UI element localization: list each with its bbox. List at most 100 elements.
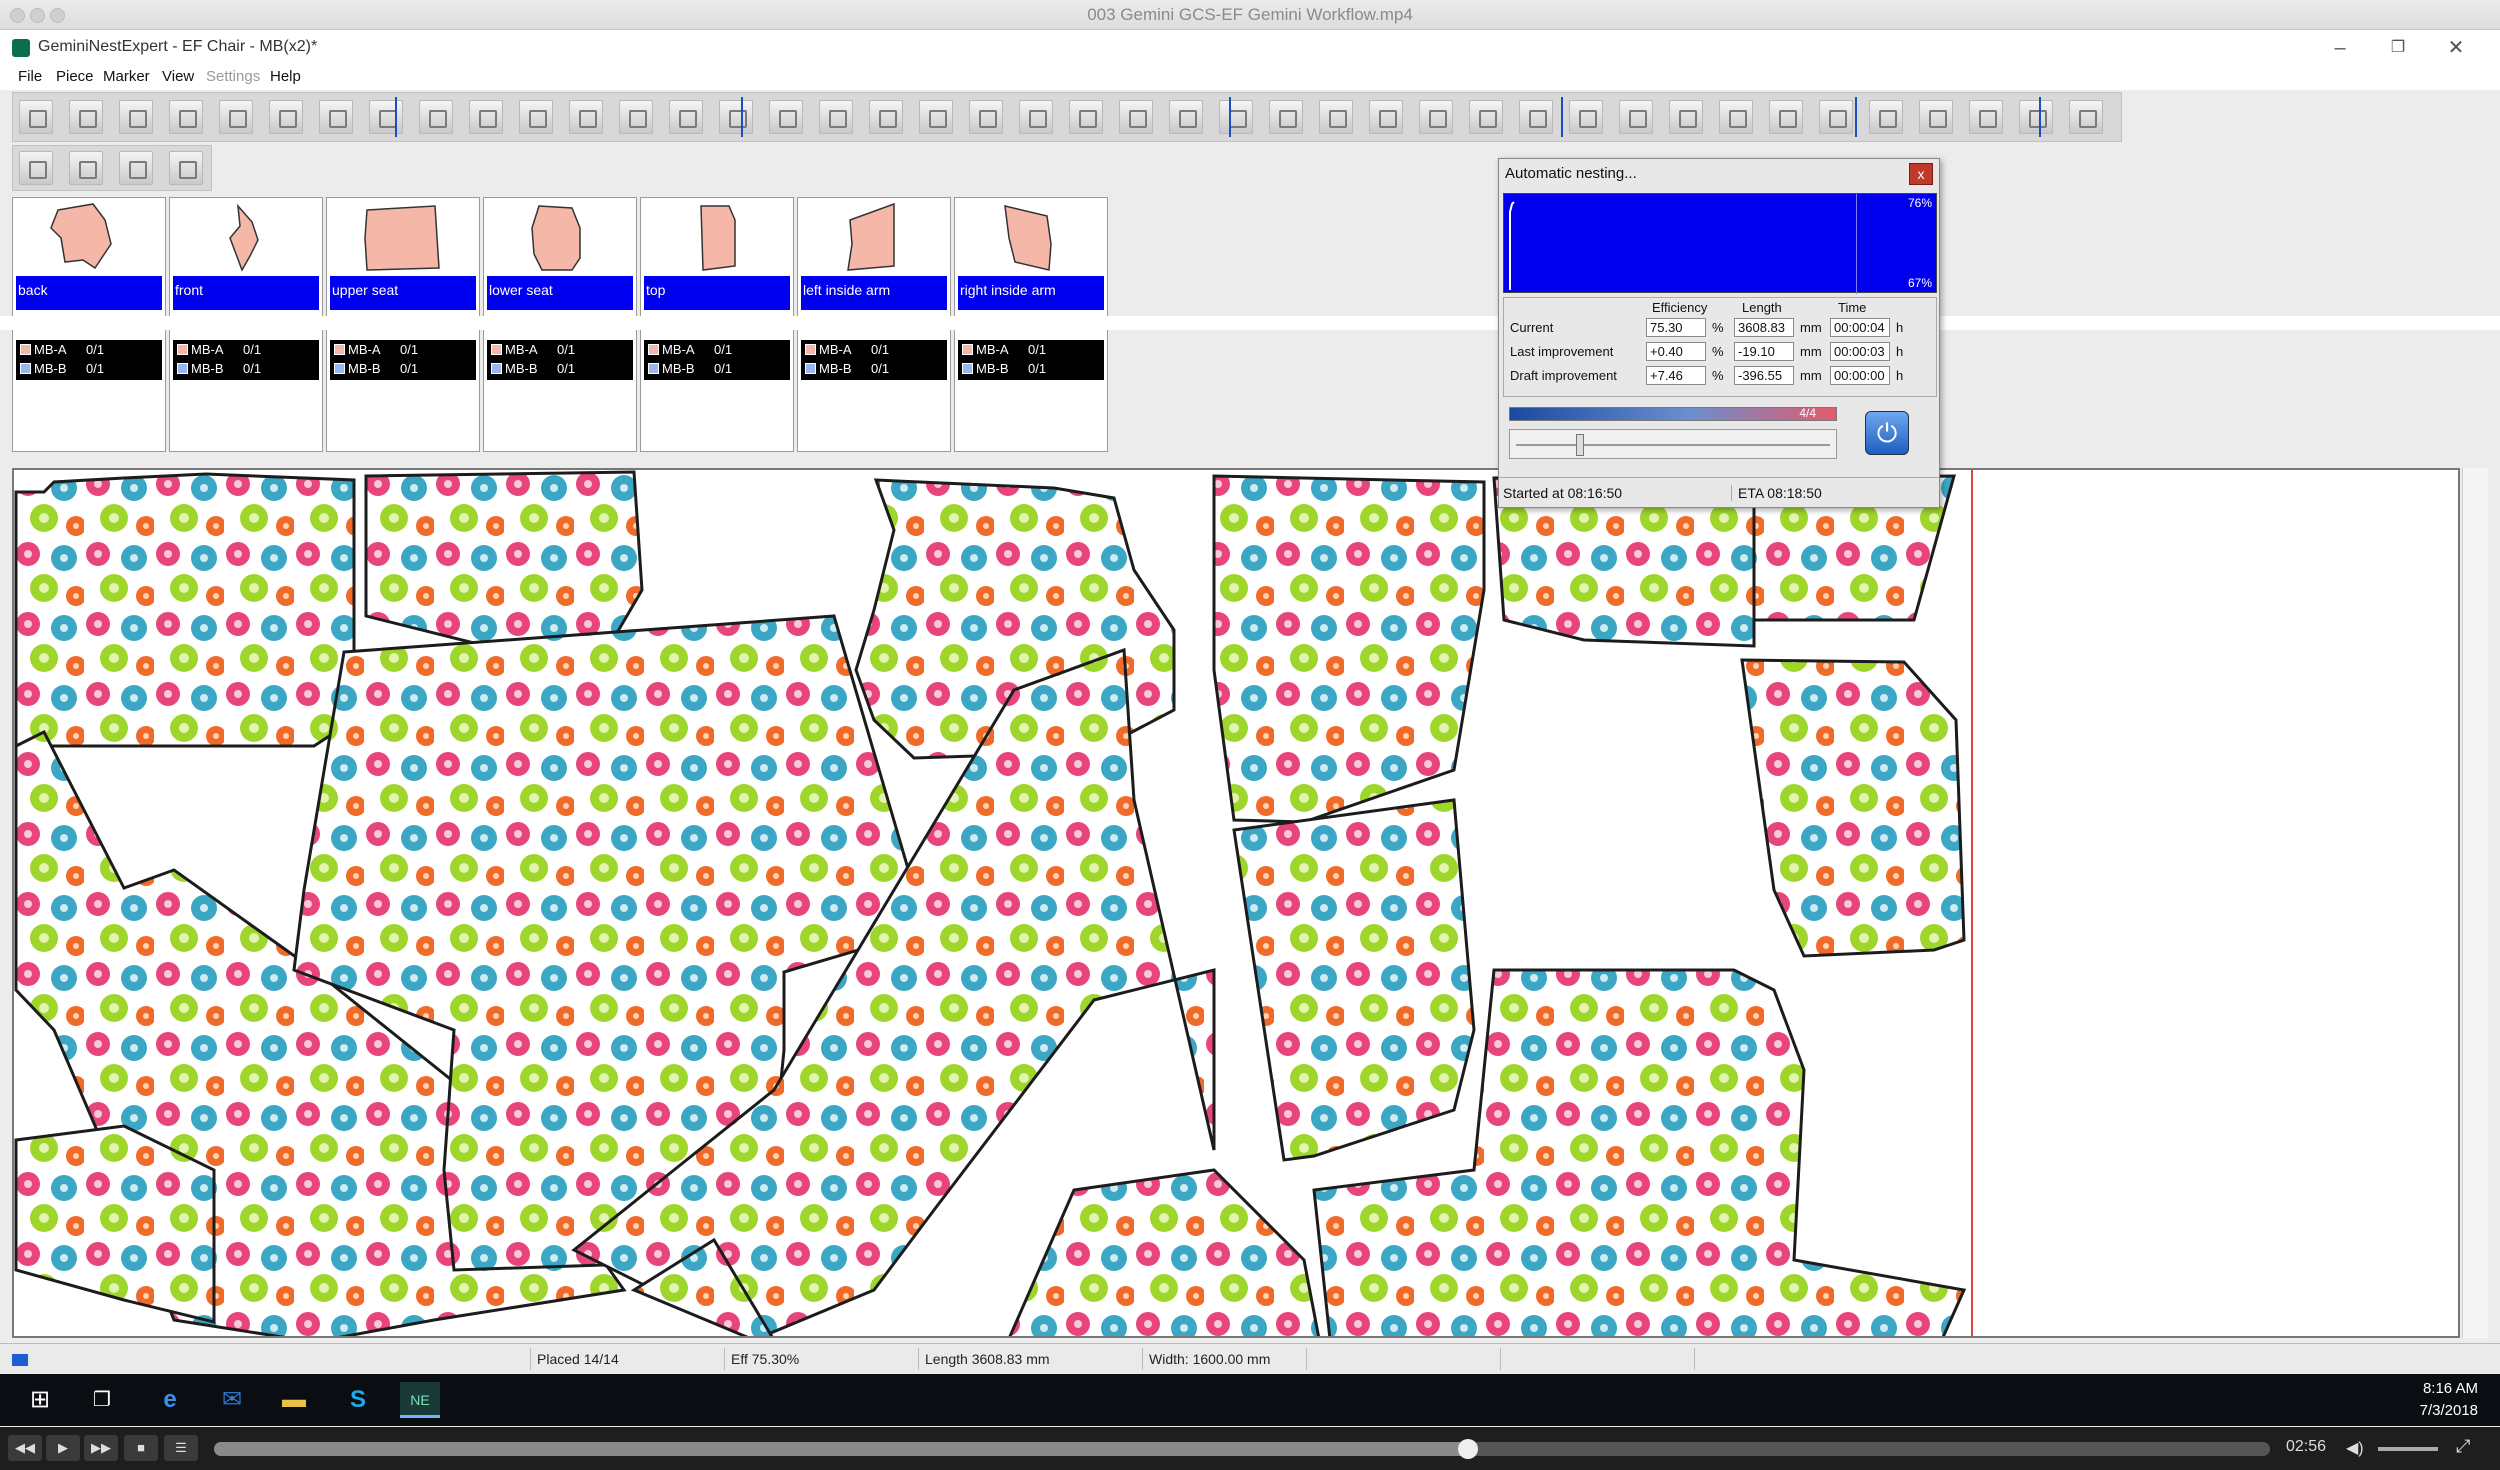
seek-handle[interactable] [1458,1439,1479,1459]
menu-piece[interactable]: Piece [56,68,94,85]
eta: ETA 08:18:50 [1731,485,1822,501]
model-color-swatch [20,363,31,374]
toolbar-button-37-icon[interactable] [1869,100,1903,134]
graph-bottom-label: 67% [1907,276,1932,290]
toolbar-button-33-icon[interactable] [1669,100,1703,134]
view-button-0-icon[interactable] [19,151,53,185]
marker-canvas[interactable] [12,468,2460,1338]
toolbar-button-41-icon[interactable] [2069,100,2103,134]
windows-start-icon[interactable]: ⊞ [20,1382,60,1418]
app-title: GeminiNestExpert - EF Chair - MB(x2)* [38,38,318,55]
toolbar-button-5-icon[interactable] [269,100,303,134]
video-controls: ◀◀ ▶ ▶▶ ■ ☰ 02:56 ◀) ⤢ [0,1427,2500,1470]
menu-file[interactable]: File [18,68,42,85]
slider-handle[interactable] [1576,434,1584,456]
restore-icon[interactable]: ❐ [2368,34,2428,62]
nested-piece-1[interactable] [364,470,644,650]
toolbar-separator [2039,97,2041,137]
toolbar-button-21-icon[interactable] [1069,100,1103,134]
toolbar-button-7-icon[interactable] [369,100,403,134]
menu-view[interactable]: View [162,68,194,85]
nested-piece-3[interactable] [1212,474,1486,824]
toolbar-button-20-icon[interactable] [1019,100,1053,134]
toolbar-button-38-icon[interactable] [1919,100,1953,134]
toolbar-button-32-icon[interactable] [1619,100,1653,134]
toolbar-button-15-icon[interactable] [769,100,803,134]
fullscreen-icon[interactable]: ⤢ [2456,1436,2470,1457]
toolbar-button-22-icon[interactable] [1119,100,1153,134]
toolbar-button-30-icon[interactable] [1519,100,1553,134]
view-button-3-icon[interactable] [169,151,203,185]
skype-icon[interactable]: S [338,1382,378,1418]
nestexpert-taskbar-icon[interactable]: NE [400,1382,440,1418]
toolbar-button-18-icon[interactable] [919,100,953,134]
task-view-icon[interactable]: ❐ [82,1382,122,1418]
model-color-swatch [962,344,973,355]
toolbar-button-16-icon[interactable] [819,100,853,134]
toolbar-button-4-icon[interactable] [219,100,253,134]
vertical-scrollbar[interactable] [2462,468,2488,1338]
piece-thumbnail [700,205,736,271]
playlist-icon[interactable]: ☰ [164,1435,198,1461]
nesting-speed-slider[interactable] [1509,429,1837,459]
toolbar-button-35-icon[interactable] [1769,100,1803,134]
menu-marker[interactable]: Marker [103,68,150,85]
nested-piece-9[interactable] [14,1124,216,1324]
toolbar-button-24-icon[interactable] [1219,100,1253,134]
toolbar-button-13-icon[interactable] [669,100,703,134]
toolbar-button-11-icon[interactable] [569,100,603,134]
toolbar-button-14-icon[interactable] [719,100,753,134]
toolbar-button-17-icon[interactable] [869,100,903,134]
toolbar-button-2-icon[interactable] [119,100,153,134]
toolbar-button-39-icon[interactable] [1969,100,2003,134]
toolbar-button-0-icon[interactable] [19,100,53,134]
nested-piece-0[interactable] [14,472,356,748]
stop-nesting-power-button[interactable]: ⏻ [1865,411,1909,455]
toolbar-button-3-icon[interactable] [169,100,203,134]
toolbar-button-8-icon[interactable] [419,100,453,134]
toolbar-button-25-icon[interactable] [1269,100,1303,134]
seek-bar[interactable] [214,1439,2270,1459]
toolbar-button-31-icon[interactable] [1569,100,1603,134]
model-qty: 0/1 [557,342,576,357]
volume-slider[interactable] [2378,1447,2438,1451]
piece-label: top [644,276,790,310]
toolbar-button-12-icon[interactable] [619,100,653,134]
view-button-2-icon[interactable] [119,151,153,185]
nested-piece-6[interactable] [1740,658,1966,958]
close-icon[interactable]: ✕ [2426,34,2486,62]
toolbar-button-19-icon[interactable] [969,100,1003,134]
model-name: MB-B [191,361,224,376]
menu-help[interactable]: Help [270,68,301,85]
toolbar-button-40-icon[interactable] [2019,100,2053,134]
nested-piece-10[interactable] [1232,798,1476,1162]
edge-browser-icon[interactable]: e [150,1382,190,1418]
file-explorer-icon[interactable]: ▬ [274,1382,314,1418]
outlook-icon[interactable]: ✉ [212,1382,252,1418]
toolbar-button-6-icon[interactable] [319,100,353,134]
toolbar-separator [741,97,743,137]
toolbar-button-34-icon[interactable] [1719,100,1753,134]
toolbar-button-29-icon[interactable] [1469,100,1503,134]
toolbar-button-36-icon[interactable] [1819,100,1853,134]
toolbar-button-9-icon[interactable] [469,100,503,134]
piece-thumbnail [364,205,440,271]
toolbar-button-23-icon[interactable] [1169,100,1203,134]
toolbar-button-26-icon[interactable] [1319,100,1353,134]
stop-icon[interactable]: ■ [124,1435,158,1461]
toolbar-button-1-icon[interactable] [69,100,103,134]
toolbar-button-27-icon[interactable] [1369,100,1403,134]
view-button-1-icon[interactable] [69,151,103,185]
dialog-close-button[interactable]: x [1909,163,1933,185]
menu-settings[interactable]: Settings [206,68,260,85]
fast-forward-icon[interactable]: ▶▶ [84,1435,118,1461]
toolbar-button-10-icon[interactable] [519,100,553,134]
unit-hours: h [1896,320,1904,335]
piece-thumbnail [1004,205,1052,271]
minimize-icon[interactable]: – [2310,34,2370,62]
nested-piece-13[interactable] [1004,1168,1344,1338]
rewind-icon[interactable]: ◀◀ [8,1435,42,1461]
toolbar-button-28-icon[interactable] [1419,100,1453,134]
play-icon[interactable]: ▶ [46,1435,80,1461]
volume-icon[interactable]: ◀) [2346,1438,2364,1458]
